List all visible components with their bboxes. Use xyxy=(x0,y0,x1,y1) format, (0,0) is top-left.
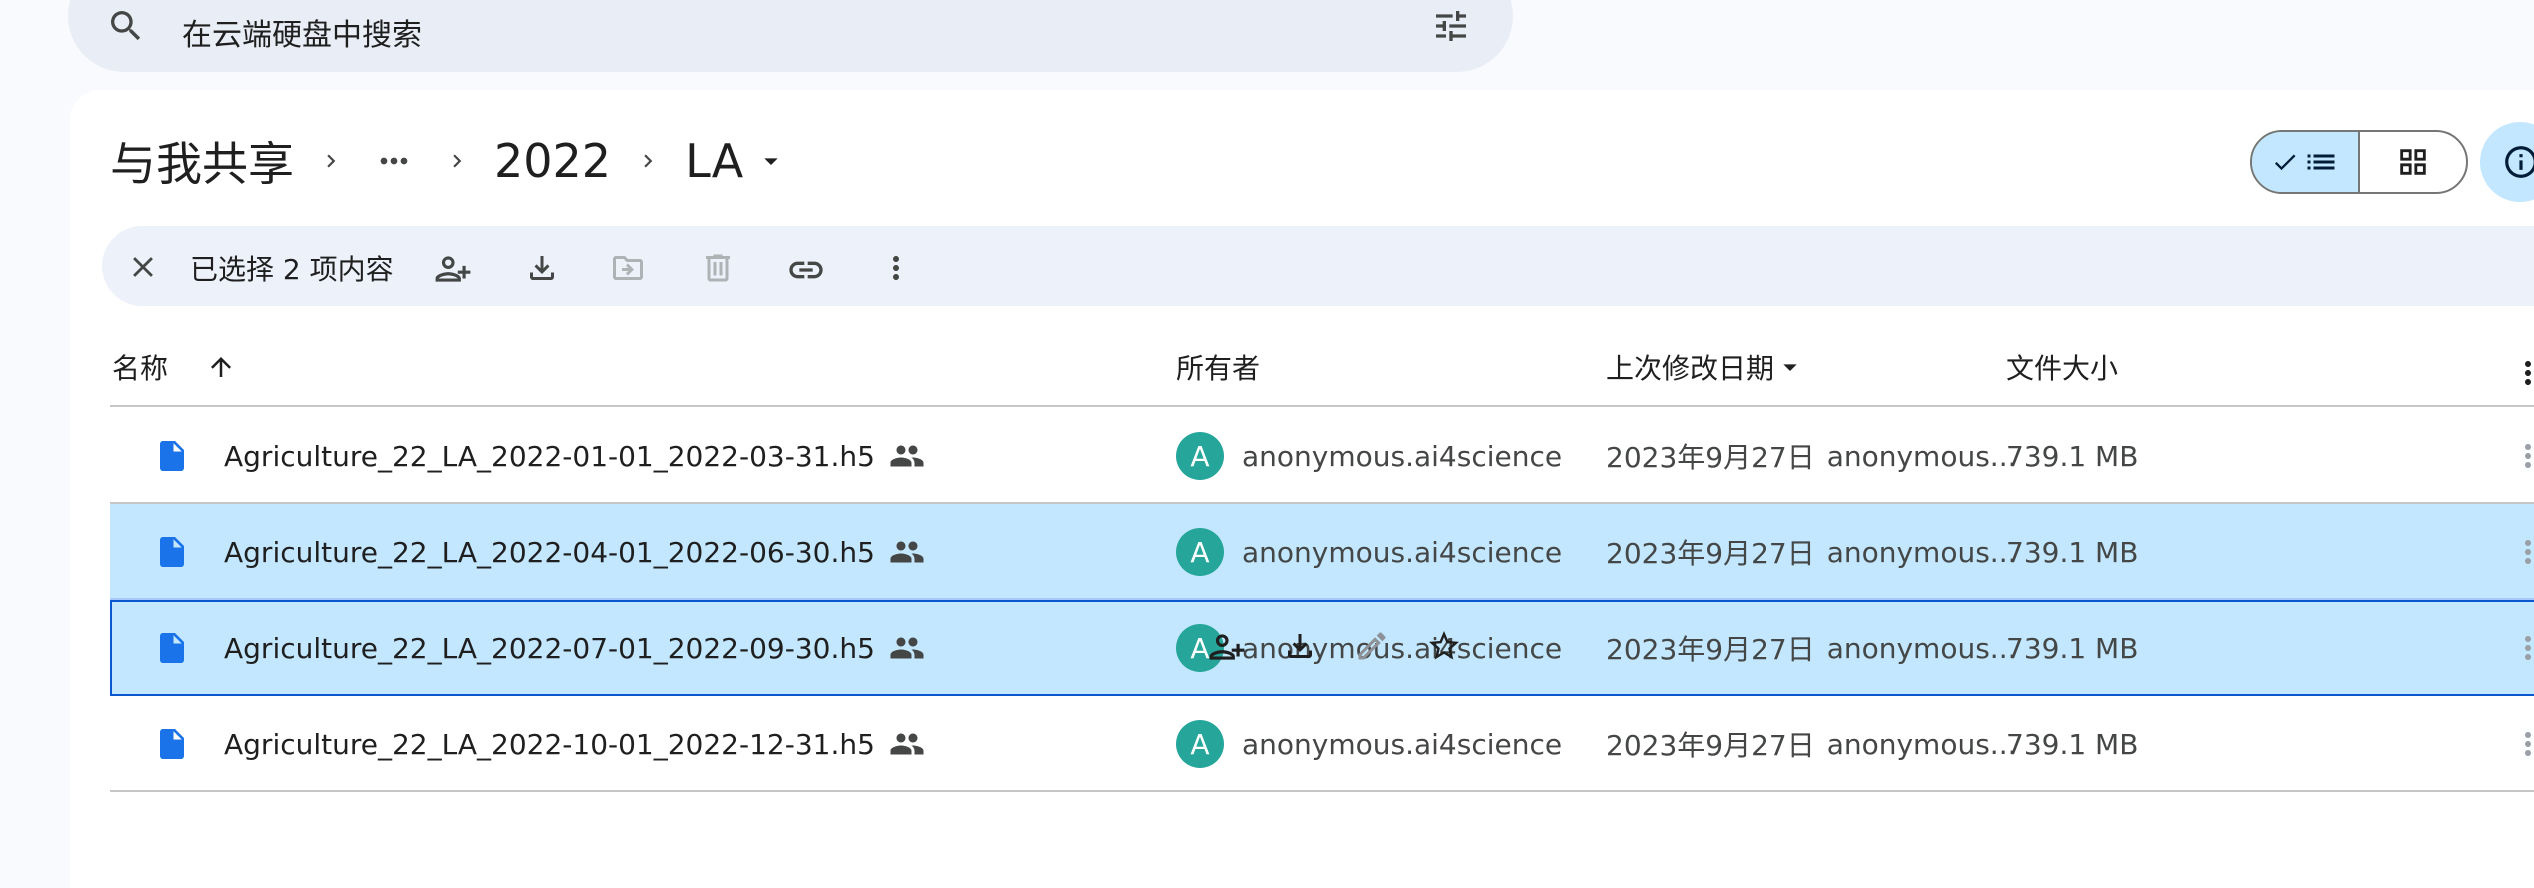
download-icon[interactable] xyxy=(1282,628,1318,666)
selection-toolbar: 已选择 2 项内容 xyxy=(102,226,2534,306)
modified-cell: 2023年9月27日 anonymous... xyxy=(1606,600,2017,696)
info-icon xyxy=(2502,143,2534,181)
chevron-right-icon xyxy=(444,148,470,174)
size-cell: 739.1 MB xyxy=(2006,727,2139,761)
table-row[interactable]: Agriculture_22_LA_2022-04-01_2022-06-30.… xyxy=(110,504,2534,600)
modified-date: 2023年9月27日 xyxy=(1606,633,1815,666)
rename-pencil-icon xyxy=(1354,628,1390,666)
close-icon[interactable] xyxy=(126,250,160,284)
avatar: A xyxy=(1176,432,1224,480)
column-header-name[interactable]: 名称 xyxy=(112,347,236,387)
modified-cell: 2023年9月27日 anonymous... xyxy=(1606,408,2017,504)
download-icon[interactable] xyxy=(524,250,560,286)
trash-icon xyxy=(700,250,736,286)
file-name[interactable]: Agriculture_22_LA_2022-10-01_2022-12-31.… xyxy=(224,696,925,792)
file-table-header: 名称 所有者 上次修改日期 文件大小 xyxy=(110,345,2534,407)
arrow-up-icon[interactable] xyxy=(206,352,236,382)
modified-date: 2023年9月27日 xyxy=(1606,729,1815,762)
more-vert-icon[interactable] xyxy=(2510,726,2534,762)
share-person-add-icon[interactable] xyxy=(1208,628,1246,666)
owner-cell: A anonymous.ai4science xyxy=(1176,504,1562,600)
search-icon[interactable] xyxy=(106,6,146,46)
column-header-modified[interactable]: 上次修改日期 xyxy=(1606,347,1806,387)
owner-name: anonymous.ai4science xyxy=(1242,439,1563,473)
owner-name: anonymous.ai4science xyxy=(1242,727,1563,761)
search-bar[interactable]: 在云端硬盘中搜索 xyxy=(68,0,1513,72)
more-vert-icon[interactable] xyxy=(2510,630,2534,666)
list-icon xyxy=(2303,144,2339,180)
file-name[interactable]: Agriculture_22_LA_2022-07-01_2022-09-30.… xyxy=(224,600,925,696)
dropdown-arrow-icon[interactable] xyxy=(755,145,787,177)
file-icon xyxy=(154,696,190,792)
file-name[interactable]: Agriculture_22_LA_2022-01-01_2022-03-31.… xyxy=(224,408,925,504)
file-name[interactable]: Agriculture_22_LA_2022-04-01_2022-06-30.… xyxy=(224,504,925,600)
column-header-size[interactable]: 文件大小 xyxy=(2006,347,2118,387)
modified-cell: 2023年9月27日 anonymous... xyxy=(1606,696,2017,792)
shared-people-icon xyxy=(889,534,925,570)
file-name-text: Agriculture_22_LA_2022-04-01_2022-06-30.… xyxy=(224,535,875,569)
owner-name: anonymous.ai4science xyxy=(1242,535,1563,569)
link-icon[interactable] xyxy=(786,250,826,290)
modified-date: 2023年9月27日 xyxy=(1606,537,1815,570)
column-name-label: 名称 xyxy=(112,352,169,385)
more-horiz-icon[interactable] xyxy=(374,141,414,181)
file-icon xyxy=(154,600,190,696)
breadcrumb-folder-2022[interactable]: 2022 xyxy=(494,134,611,188)
avatar: A xyxy=(1176,720,1224,768)
size-cell: 739.1 MB xyxy=(2006,439,2139,473)
column-header-owner[interactable]: 所有者 xyxy=(1176,347,1260,387)
sort-desc-icon xyxy=(1774,351,1806,383)
owner-cell: A anonymous.ai4science xyxy=(1176,696,1562,792)
file-name-text: Agriculture_22_LA_2022-01-01_2022-03-31.… xyxy=(224,439,875,473)
size-cell: 739.1 MB xyxy=(2006,535,2139,569)
grid-view-button[interactable] xyxy=(2360,132,2466,192)
owner-cell: A anonymous.ai4science xyxy=(1176,408,1562,504)
size-cell: 739.1 MB xyxy=(2006,631,2139,665)
move-to-folder-icon xyxy=(610,250,646,286)
file-name-text: Agriculture_22_LA_2022-07-01_2022-09-30.… xyxy=(224,631,875,665)
modified-cell: 2023年9月27日 anonymous... xyxy=(1606,504,2017,600)
grid-icon xyxy=(2396,145,2430,179)
shared-people-icon xyxy=(889,438,925,474)
breadcrumb: 与我共享 2022 LA xyxy=(110,128,787,194)
row-hover-actions xyxy=(1208,628,1462,666)
list-view-button[interactable] xyxy=(2252,132,2360,192)
modified-by: anonymous... xyxy=(1826,439,2017,473)
chevron-right-icon xyxy=(635,148,661,174)
file-icon xyxy=(154,504,190,600)
more-vert-icon[interactable] xyxy=(878,250,914,286)
share-person-add-icon[interactable] xyxy=(434,250,472,288)
column-options-icon[interactable] xyxy=(2510,355,2534,391)
breadcrumb-shared-with-me[interactable]: 与我共享 xyxy=(110,128,294,194)
modified-by: anonymous... xyxy=(1826,727,2017,761)
breadcrumb-current-folder[interactable]: LA xyxy=(685,134,743,188)
selection-count: 已选择 2 项内容 xyxy=(190,253,394,286)
table-row[interactable]: Agriculture_22_LA_2022-10-01_2022-12-31.… xyxy=(110,696,2534,792)
modified-date: 2023年9月27日 xyxy=(1606,441,1815,474)
star-icon[interactable] xyxy=(1426,628,1462,666)
modified-by: anonymous... xyxy=(1826,535,2017,569)
more-vert-icon[interactable] xyxy=(2510,534,2534,570)
file-icon xyxy=(154,408,190,504)
search-input[interactable]: 在云端硬盘中搜索 xyxy=(182,10,422,54)
check-icon xyxy=(2271,148,2299,176)
table-row[interactable]: Agriculture_22_LA_2022-01-01_2022-03-31.… xyxy=(110,408,2534,504)
chevron-right-icon xyxy=(318,148,344,174)
file-name-text: Agriculture_22_LA_2022-10-01_2022-12-31.… xyxy=(224,727,875,761)
table-row[interactable]: Agriculture_22_LA_2022-07-01_2022-09-30.… xyxy=(110,600,2534,696)
avatar: A xyxy=(1176,528,1224,576)
modified-by: anonymous... xyxy=(1826,631,2017,665)
search-options-icon[interactable] xyxy=(1431,6,1471,46)
more-vert-icon[interactable] xyxy=(2510,438,2534,474)
shared-people-icon xyxy=(889,630,925,666)
view-toggle xyxy=(2250,130,2468,194)
column-modified-label: 上次修改日期 xyxy=(1606,352,1775,385)
shared-people-icon xyxy=(889,726,925,762)
